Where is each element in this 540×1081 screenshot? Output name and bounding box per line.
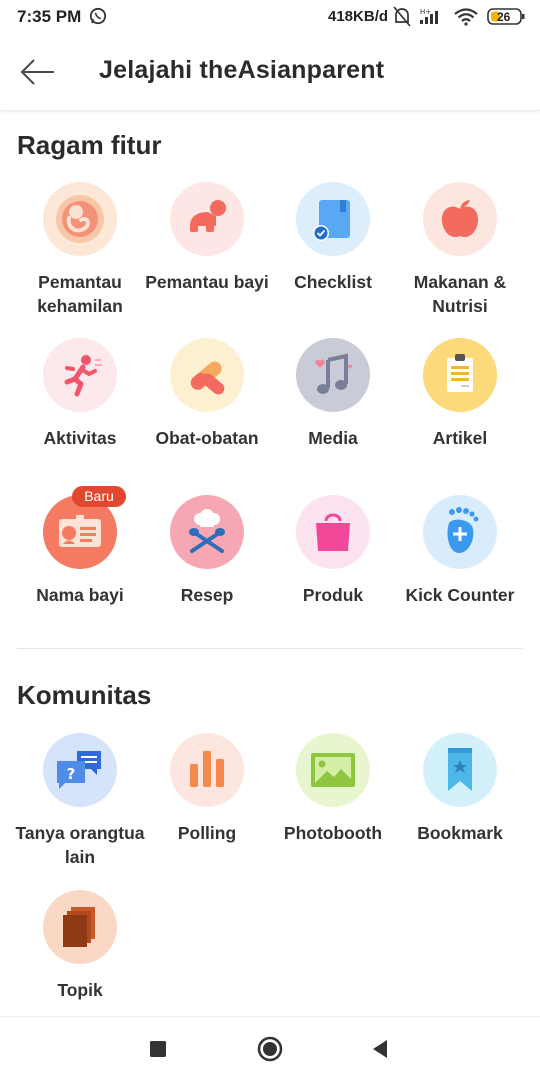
community-tanya-orangtua[interactable]: ? Tanya orangtua lain [14,733,146,869]
feature-label: Bookmark [417,823,503,843]
apple-icon [423,182,497,256]
chef-icon [170,495,244,569]
mute-icon [393,6,411,27]
svg-text:H+: H+ [420,8,431,16]
chat-question-icon: ? [43,733,117,807]
feature-label: Pemantau kehamilan [37,272,123,316]
feature-kick-counter[interactable]: Kick Counter [394,495,526,607]
community-polling[interactable]: Polling [141,733,273,845]
home-circle-icon[interactable] [256,1035,284,1063]
footprint-icon [423,495,497,569]
section-divider [17,648,523,649]
feature-obat-obatan[interactable]: Obat-obatan [141,338,273,450]
svg-text:?: ? [67,765,76,783]
signal-icon: H+ [420,8,438,24]
arrow-left-icon[interactable] [14,54,62,90]
section-title-komunitas: Komunitas [17,680,152,710]
feature-label: Media [308,428,358,448]
feature-label: Tanya orangtua lain [15,823,145,867]
back-triangle-icon[interactable] [366,1035,394,1063]
community-bookmark[interactable]: Bookmark [394,733,526,845]
feature-label: Resep [180,585,234,605]
new-badge: Baru [72,486,126,507]
feature-label: Topik [57,980,103,1000]
feature-produk[interactable]: Produk [267,495,399,607]
wifi-icon [454,8,478,26]
music-note-icon [296,338,370,412]
feature-checklist[interactable]: Checklist [267,182,399,294]
status-time: 7:35 PM [17,7,82,26]
feature-pemantau-kehamilan[interactable]: Pemantau kehamilan [14,182,146,318]
feature-resep[interactable]: Resep [141,495,273,607]
community-photobooth[interactable]: Photobooth [267,733,399,845]
fetus-icon [43,182,117,256]
stacked-books-icon [43,890,117,964]
feature-label: Produk [302,585,364,605]
status-icons: H+ [393,6,525,27]
battery-level: 26 [497,10,511,24]
feature-media[interactable]: Media [267,338,399,450]
bar-chart-icon [170,733,244,807]
feature-label: Obat-obatan [155,428,259,448]
recents-square-icon[interactable] [144,1035,172,1063]
feature-label: Makanan & Nutrisi [413,272,507,316]
image-icon [296,733,370,807]
network-speed: 418KB/d [328,8,389,25]
running-person-icon [43,338,117,412]
whatsapp-icon [89,7,107,25]
bookmark-icon [423,733,497,807]
feature-aktivitas[interactable]: Aktivitas [14,338,146,450]
pills-icon [170,338,244,412]
app-bar: Jelajahi theAsianparent [0,34,540,111]
feature-label: Aktivitas [43,428,117,448]
checklist-icon [296,182,370,256]
feature-label: Pemantau bayi [145,272,269,292]
section-title-ragam-fitur: Ragam fitur [17,130,162,160]
feature-label: Photobooth [283,823,383,843]
feature-label: Kick Counter [405,585,515,605]
clipboard-icon [423,338,497,412]
feature-pemantau-bayi[interactable]: Pemantau bayi [141,182,273,294]
shopping-bag-icon [296,495,370,569]
feature-label: Artikel [432,428,488,448]
system-nav-bar [0,1016,540,1081]
feature-nama-bayi[interactable]: Nama bayi [14,495,146,607]
feature-makanan-nutrisi[interactable]: Makanan & Nutrisi [394,182,526,318]
crawling-baby-icon [170,182,244,256]
feature-label: Polling [177,823,237,843]
feature-artikel[interactable]: Artikel [394,338,526,450]
page-title: Jelajahi theAsianparent [99,56,385,84]
feature-label: Nama bayi [36,585,124,605]
status-bar: 7:35 PM 418KB/d H+ 26 [0,0,540,34]
community-topik[interactable]: Topik [14,890,146,1002]
feature-label: Checklist [294,272,372,292]
